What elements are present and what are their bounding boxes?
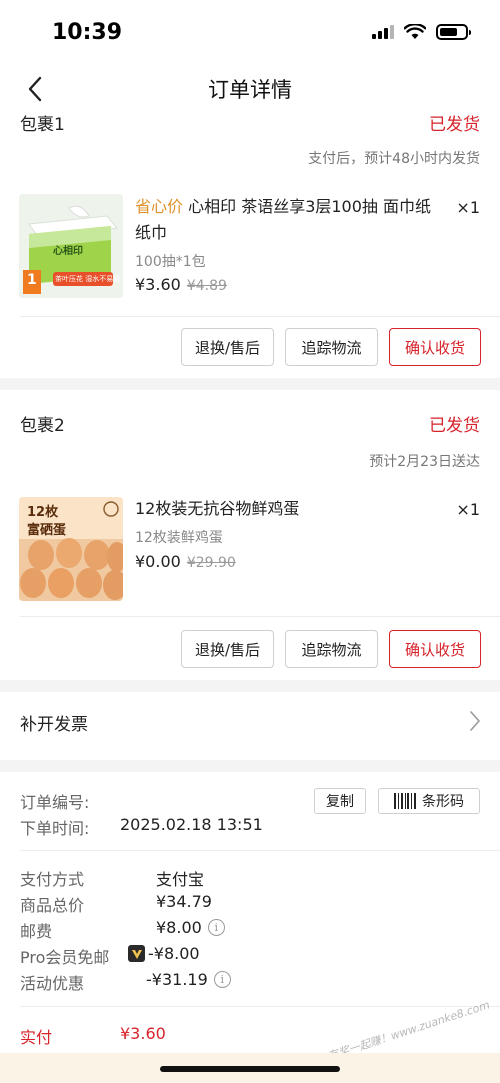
product-image-badge: 1	[27, 272, 37, 288]
product-image-brand: 心相印	[53, 246, 83, 257]
copy-label: 复制	[326, 794, 354, 810]
product-tag: 省心价	[135, 197, 184, 216]
product-price-row: ¥3.60 ¥4.89	[135, 275, 227, 294]
invoice-row[interactable]: 补开发票	[0, 692, 500, 760]
after-sale-button[interactable]: 退换/售后	[181, 630, 274, 668]
copy-button[interactable]: 复制	[314, 788, 366, 814]
order-number-label: 订单编号:	[20, 793, 90, 812]
shipping-text: ¥8.00	[156, 918, 202, 937]
package-eta: 预计2月23日送达	[369, 454, 480, 470]
order-info-card: 订单编号: 复制 条形码 下单时间: 2025.02.18 13:51 支付方式…	[0, 772, 500, 1077]
product-spec: 12枚装鲜鸡蛋	[135, 530, 223, 546]
product-title[interactable]: 12枚装无抗谷物鲜鸡蛋	[135, 496, 435, 522]
promotion-value: -¥31.19 i	[146, 970, 231, 989]
track-logistics-button[interactable]: 追踪物流	[285, 630, 378, 668]
goods-total-text: ¥34.79	[156, 892, 212, 911]
package-card-2: 包裹2 已发货 预计2月23日送达 12枚 富硒蛋 12枚装无抗谷物鲜鸡蛋 ×1…	[0, 390, 500, 680]
product-price-row: ¥0.00 ¥29.90	[135, 552, 236, 571]
product-qty: ×1	[456, 198, 480, 217]
product-image-name: 富硒蛋	[27, 523, 67, 538]
info-icon[interactable]: i	[213, 971, 231, 988]
order-time-value: 2025.02.18 13:51	[120, 815, 263, 834]
shipping-value: ¥8.00 i	[156, 918, 225, 937]
product-price: ¥3.60	[135, 275, 181, 294]
home-indicator	[160, 1066, 340, 1072]
pro-free-shipping-value: -¥8.00	[128, 944, 200, 963]
product-price: ¥0.00	[135, 552, 181, 571]
promotion-text: -¥31.19	[146, 970, 208, 989]
cellular-signal-icon	[372, 25, 394, 39]
product-image-count: 12枚	[27, 505, 59, 520]
package-name: 包裹2	[20, 416, 65, 436]
order-time-label: 下单时间:	[20, 819, 90, 838]
confirm-receipt-button[interactable]: 确认收货	[389, 328, 481, 366]
chevron-right-icon	[470, 711, 480, 731]
product-old-price: ¥4.89	[186, 278, 227, 294]
product-image-tissue[interactable]: 心相印 1 茶叶压花 湿水不易破	[19, 194, 123, 298]
pro-free-shipping-label: Pro会员免邮	[20, 948, 110, 967]
divider	[20, 1006, 500, 1007]
barcode-label: 条形码	[422, 794, 464, 810]
status-time: 10:39	[52, 20, 123, 45]
pro-member-icon	[128, 945, 145, 962]
nav-bar: 订单详情	[0, 64, 500, 114]
product-title[interactable]: 省心价 心相印 茶语丝享3层100抽 面巾纸纸巾	[135, 194, 435, 246]
package-status: 已发货	[429, 416, 480, 436]
package-status: 已发货	[429, 115, 480, 135]
goods-total-value: ¥34.79	[156, 892, 212, 911]
barcode-button[interactable]: 条形码	[378, 788, 480, 814]
paid-label: 实付	[20, 1028, 53, 1047]
pro-free-shipping-text: -¥8.00	[148, 944, 200, 963]
page-title: 订单详情	[208, 78, 292, 102]
status-bar: 10:39	[0, 0, 500, 64]
track-logistics-button[interactable]: 追踪物流	[285, 328, 378, 366]
product-image-slogan: 茶叶压花 湿水不易破	[55, 275, 121, 283]
shipping-label: 邮费	[20, 922, 53, 941]
divider	[20, 316, 500, 317]
battery-icon	[436, 24, 471, 40]
package-eta: 支付后，预计48小时内发货	[308, 151, 480, 167]
after-sale-button[interactable]: 退换/售后	[181, 328, 274, 366]
product-spec: 100抽*1包	[135, 254, 206, 270]
paid-value: ¥3.60	[120, 1024, 166, 1043]
invoice-label: 补开发票	[20, 715, 88, 735]
barcode-icon	[394, 793, 416, 809]
product-old-price: ¥29.90	[186, 555, 236, 571]
product-qty: ×1	[456, 500, 480, 519]
confirm-receipt-button[interactable]: 确认收货	[389, 630, 481, 668]
divider	[20, 850, 500, 851]
product-title-text: 12枚装无抗谷物鲜鸡蛋	[135, 499, 300, 518]
package-name: 包裹1	[20, 115, 65, 135]
package-card-1: 包裹1 已发货 支付后，预计48小时内发货 心相印 1 茶叶压花 湿水不易破 省…	[0, 114, 500, 378]
wifi-icon	[404, 24, 426, 39]
payment-method-text: 支付宝	[156, 870, 205, 889]
payment-method-label: 支付方式	[20, 870, 85, 889]
goods-total-label: 商品总价	[20, 896, 85, 915]
payment-method-value: 支付宝	[156, 866, 204, 890]
status-icons	[372, 24, 471, 40]
info-icon[interactable]: i	[207, 919, 225, 936]
product-image-eggs[interactable]: 12枚 富硒蛋	[19, 497, 123, 601]
divider	[20, 616, 500, 617]
promotion-label: 活动优惠	[20, 974, 85, 993]
